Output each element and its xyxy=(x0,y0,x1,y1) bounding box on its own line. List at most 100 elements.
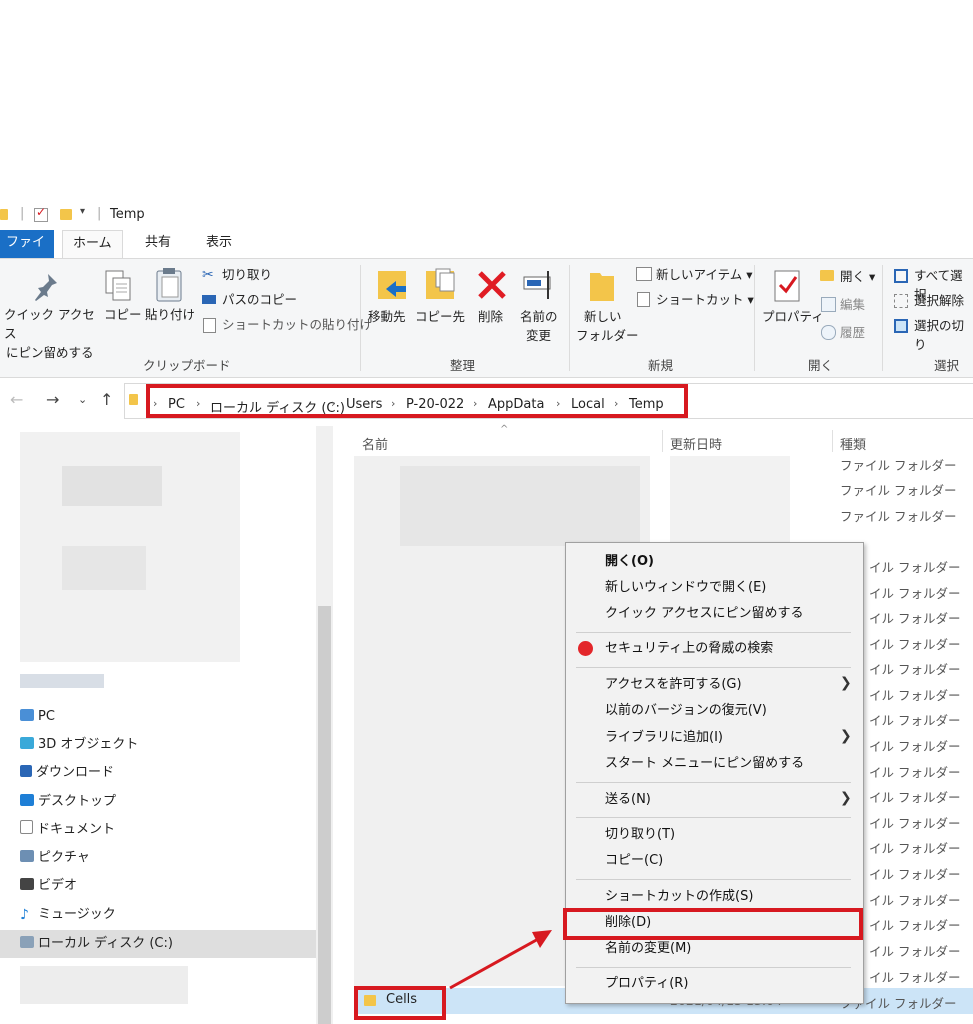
forward-icon[interactable]: → xyxy=(46,390,59,409)
up-icon[interactable]: ↑ xyxy=(100,390,113,409)
security-scan-icon xyxy=(578,641,593,656)
paste-shortcut-button[interactable]: ショートカットの貼り付け xyxy=(222,315,372,334)
delete-button[interactable]: 削除 xyxy=(478,307,503,326)
document-icon xyxy=(20,820,33,834)
menu-item-pin-quick-access[interactable]: クイック アクセスにピン留めする xyxy=(605,603,803,625)
separator: | xyxy=(20,206,25,221)
tab-view[interactable]: 表示 xyxy=(196,230,242,258)
menu-item-restore-versions[interactable]: 以前のバージョンの復元(V) xyxy=(605,700,767,722)
menu-item-add-to-library[interactable]: ライブラリに追加(I) xyxy=(605,727,723,749)
file-type-cell: イル フォルダー xyxy=(869,918,961,933)
file-type-cell: イル フォルダー xyxy=(869,739,961,754)
window-title: Temp xyxy=(110,207,145,222)
nav-item-desktop[interactable]: デスクトップ xyxy=(20,788,116,816)
blurred-tree xyxy=(62,546,146,590)
computer-icon xyxy=(20,709,34,721)
cut-button[interactable]: 切り取り xyxy=(222,265,272,284)
file-type-cell: イル フォルダー xyxy=(869,611,961,626)
history-button[interactable]: 履歴 xyxy=(840,323,865,342)
menu-item-rename[interactable]: 名前の変更(M) xyxy=(605,938,691,960)
copy-button[interactable]: コピー xyxy=(104,305,142,324)
group-divider xyxy=(882,265,883,371)
nav-label: ミュージック xyxy=(38,907,116,922)
rename-button[interactable]: 名前の 変更 xyxy=(520,307,558,345)
paste-icon xyxy=(154,267,184,307)
column-divider[interactable] xyxy=(662,430,663,452)
paste-button[interactable]: 貼り付け xyxy=(145,305,195,324)
nav-item-local-disk[interactable]: ローカル ディスク (C:) xyxy=(0,930,316,958)
tab-share[interactable]: 共有 xyxy=(135,230,181,258)
menu-item-pin-start[interactable]: スタート メニューにピン留めする xyxy=(605,753,804,775)
menu-item-create-shortcut[interactable]: ショートカットの作成(S) xyxy=(605,886,753,908)
new-folder-label-line2: フォルダー xyxy=(576,328,639,343)
customize-quick-access-icon[interactable]: ▾ xyxy=(80,206,85,217)
group-divider xyxy=(569,265,570,371)
file-type-cell: イル フォルダー xyxy=(869,893,961,908)
nav-item-3d-objects[interactable]: 3D オブジェクト xyxy=(20,731,138,759)
nav-item-documents[interactable]: ドキュメント xyxy=(20,816,115,844)
column-divider[interactable] xyxy=(832,430,833,452)
select-none-button[interactable]: 選択解除 xyxy=(914,291,964,310)
music-note-icon: ♪ xyxy=(20,907,29,923)
file-type-cell: イル フォルダー xyxy=(869,713,961,728)
copy-to-button[interactable]: コピー先 xyxy=(415,307,465,326)
menu-item-send-to[interactable]: 送る(N) xyxy=(605,789,651,811)
menu-item-give-access[interactable]: アクセスを許可する(G) xyxy=(605,674,742,696)
folder-icon xyxy=(0,209,8,220)
nav-item-music[interactable]: ♪ ミュージック xyxy=(20,901,116,929)
properties-button[interactable]: プロパティ xyxy=(762,307,824,326)
select-none-icon xyxy=(894,294,908,308)
file-type-cell: ファイル フォルダー xyxy=(840,509,957,524)
group-label-clipboard: クリップボード xyxy=(143,358,231,373)
new-shortcut-button[interactable]: ショートカット ▾ xyxy=(656,290,754,309)
nav-label: デスクトップ xyxy=(38,794,117,809)
pin-icon xyxy=(30,271,60,307)
menu-item-open-new-window[interactable]: 新しいウィンドウで開く(E) xyxy=(605,577,766,599)
tab-home[interactable]: ホーム xyxy=(62,230,123,259)
invert-selection-icon xyxy=(894,319,908,333)
rename-label-line1: 名前の xyxy=(520,309,558,324)
new-folder-quick-icon[interactable] xyxy=(60,209,72,220)
delete-highlight-box xyxy=(563,908,863,940)
file-type-cell: イル フォルダー xyxy=(869,637,961,652)
group-label-organize: 整理 xyxy=(450,358,476,373)
menu-item-copy[interactable]: コピー(C) xyxy=(605,850,663,872)
new-folder-icon xyxy=(588,269,616,307)
move-to-icon xyxy=(376,267,408,309)
pin-label-line1: クイック アクセス xyxy=(4,307,95,341)
nav-item-downloads[interactable]: ダウンロード xyxy=(20,759,114,787)
column-header-type[interactable]: 種類 xyxy=(840,434,866,453)
nav-item-pc[interactable]: PC xyxy=(20,703,55,731)
new-item-button[interactable]: 新しいアイテム ▾ xyxy=(656,265,753,284)
file-type-cell: イル フォルダー xyxy=(869,970,961,985)
menu-item-open[interactable]: 開く(O) xyxy=(605,551,654,573)
column-header-date[interactable]: 更新日時 xyxy=(670,434,722,453)
submenu-arrow-icon: ❯ xyxy=(840,790,852,806)
column-header-name[interactable]: 名前 xyxy=(362,434,388,453)
tab-file[interactable]: ファイル xyxy=(0,230,54,276)
move-to-button[interactable]: 移動先 xyxy=(368,307,406,326)
menu-separator xyxy=(576,879,851,880)
menu-item-security-scan[interactable]: セキュリティ上の脅威の検索 xyxy=(605,638,773,660)
menu-item-cut[interactable]: 切り取り(T) xyxy=(605,824,675,846)
rename-icon xyxy=(522,269,556,305)
menu-item-properties[interactable]: プロパティ(R) xyxy=(605,973,688,995)
nav-label: ビデオ xyxy=(38,878,78,893)
nav-scrollbar-thumb[interactable] xyxy=(318,606,331,1024)
properties-quick-icon[interactable]: ✓ xyxy=(34,205,48,222)
nav-item-pictures[interactable]: ピクチャ xyxy=(20,844,90,872)
edit-button[interactable]: 編集 xyxy=(840,295,865,314)
drive-icon xyxy=(20,936,34,948)
invert-selection-button[interactable]: 選択の切り xyxy=(914,316,973,354)
nav-label: ドキュメント xyxy=(37,822,116,837)
recent-locations-icon[interactable]: ⌄ xyxy=(78,393,87,406)
nav-item-videos[interactable]: ビデオ xyxy=(20,872,77,900)
pin-quick-access-button[interactable]: クイック アクセス にピン留めする xyxy=(0,305,100,362)
new-folder-button[interactable]: 新しい フォルダー xyxy=(576,307,639,345)
copy-path-button[interactable]: パスのコピー xyxy=(222,290,297,309)
nav-label: 3D オブジェクト xyxy=(38,737,139,752)
copy-to-icon xyxy=(424,267,456,309)
open-button[interactable]: 開く ▾ xyxy=(840,267,875,286)
back-icon[interactable]: ← xyxy=(10,390,23,409)
submenu-arrow-icon: ❯ xyxy=(840,728,852,744)
